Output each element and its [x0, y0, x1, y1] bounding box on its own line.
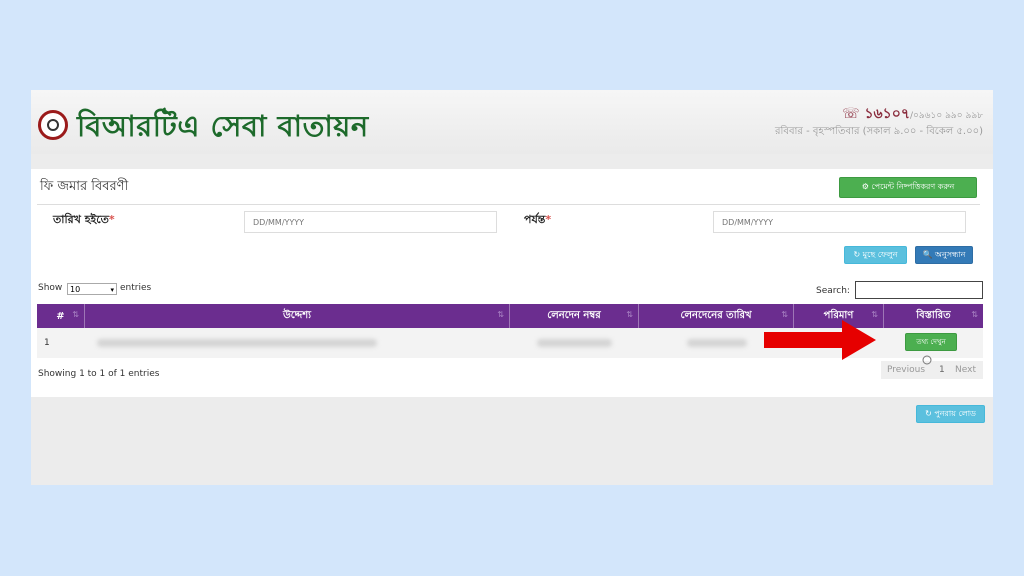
sort-icon: ⇅: [781, 310, 788, 319]
payment-verify-button[interactable]: ⚙ পেমেন্ট নিষ্পত্তিকরণ করুন: [839, 177, 977, 198]
show-label: Show: [38, 283, 63, 293]
sort-icon: ⇅: [626, 310, 633, 319]
search-label: Search:: [816, 286, 850, 296]
row-index: 1: [44, 338, 50, 348]
column-header-label: লেনদেন নম্বর: [547, 309, 601, 321]
hotline-info: ☏ ১৬১০৭/০৯৬১০ ৯৯০ ৯৯৮ রবিবার - বৃহস্পতিব…: [775, 106, 983, 140]
office-hours: রবিবার - বৃহস্পতিবার (সকাল ৯.০০ - বিকেল …: [775, 126, 983, 137]
entries-select[interactable]: 10 ▾: [67, 283, 117, 295]
reload-button[interactable]: ↻ পুনরায় লোড: [916, 405, 985, 423]
view-details-button[interactable]: তথ্য দেখুন: [905, 333, 957, 351]
column-header-purpose[interactable]: উদ্দেশ্য ⇅: [85, 304, 510, 328]
pagination-page-1[interactable]: 1: [939, 365, 945, 375]
column-header-transaction-number[interactable]: লেনদেন নম্বর ⇅: [510, 304, 639, 328]
site-header: বিআরটিএ সেবা বাতায়ন ☏ ১৬১০৭/০৯৬১০ ৯৯০ ৯…: [31, 90, 993, 154]
sort-icon: ⇅: [497, 310, 504, 319]
hotline-alt: /০৯৬১০ ৯৯০ ৯৯৮: [909, 111, 983, 121]
pagination-info: Showing 1 to 1 of 1 entries: [38, 369, 160, 379]
chevron-down-icon: ▾: [110, 286, 114, 294]
column-header-details[interactable]: বিস্তারিত ⇅: [884, 304, 983, 328]
column-header-label: লেনদেনের তারিখ: [680, 309, 752, 321]
divider: [37, 204, 980, 205]
column-header-label: #: [56, 310, 65, 322]
pagination-next[interactable]: Next: [955, 365, 976, 375]
redacted-transaction-number: [537, 339, 612, 347]
column-header-label: বিস্তারিত: [916, 309, 951, 321]
column-header-index[interactable]: # ⇅: [37, 304, 85, 328]
to-date-label: পর্যন্ত*: [524, 211, 551, 230]
table-footer: Showing 1 to 1 of 1 entries Previous 1 N…: [31, 358, 993, 397]
required-mark: *: [108, 213, 115, 226]
entries-select-value: 10: [70, 285, 81, 294]
table-search-input[interactable]: [855, 281, 983, 299]
entries-label: entries: [120, 283, 152, 293]
sort-icon: ⇅: [971, 310, 978, 319]
hotline-number: ☏ ১৬১০৭: [842, 106, 910, 122]
site-title: বিআরটিএ সেবা বাতায়ন: [77, 109, 369, 143]
column-header-label: উদ্দেশ্য: [282, 309, 312, 321]
redacted-purpose: [97, 339, 377, 347]
pagination-previous[interactable]: Previous: [887, 365, 925, 375]
sort-icon: ⇅: [871, 310, 878, 319]
from-date-input[interactable]: [244, 211, 497, 233]
to-date-input[interactable]: [713, 211, 966, 233]
pagination-bar: Previous 1 Next: [881, 361, 983, 379]
redacted-transaction-date: [687, 339, 747, 347]
mouse-cursor-icon: [922, 355, 932, 365]
sort-icon: ⇅: [72, 310, 79, 319]
from-date-label: তারিখ হইতে*: [53, 211, 115, 230]
from-date-label-text: তারিখ হইতে: [53, 213, 109, 226]
reset-button[interactable]: ↻ মুছে ফেলুন: [844, 246, 907, 264]
search-button[interactable]: 🔍 অনুসন্ধান: [915, 246, 973, 264]
brta-logo-icon: [38, 110, 68, 140]
required-mark: *: [545, 213, 552, 226]
browser-page: বিআরটিএ সেবা বাতায়ন ☏ ১৬১০৭/০৯৬১০ ৯৯০ ৯…: [31, 90, 993, 485]
page-title: ফি জমার বিবরণী: [40, 179, 129, 194]
red-arrow-annotation-icon: [764, 320, 876, 360]
to-date-label-text: পর্যন্ত: [524, 213, 546, 226]
